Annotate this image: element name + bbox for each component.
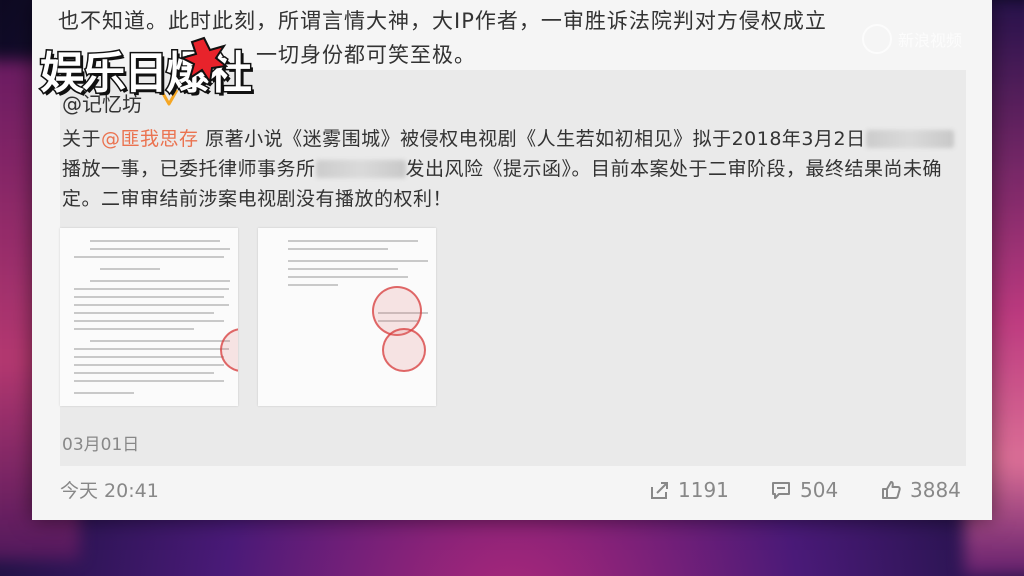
post-body-line-1: 也不知道。此时此刻，所谓言情大神，大IP作者，一审胜诉法院判对方侵权成立 xyxy=(58,9,827,33)
quoted-text-prefix: 关于 xyxy=(62,128,102,150)
redacted-text xyxy=(315,160,406,178)
quoted-text-part-2: 播放一事，已委托律师事务所 xyxy=(62,158,316,180)
quoted-date[interactable]: 03月01日 xyxy=(62,430,139,455)
quoted-post[interactable]: @记忆坊 关于@匪我思存 原著小说《迷雾围城》被侵权电视剧《人生若如初相见》拟于… xyxy=(60,70,966,466)
document-image-1[interactable] xyxy=(60,228,238,406)
comment-button[interactable]: 504 xyxy=(770,478,838,502)
document-image-2[interactable] xyxy=(258,228,436,406)
like-icon xyxy=(882,481,901,499)
share-button[interactable]: 1191 xyxy=(648,478,729,502)
like-count: 3884 xyxy=(910,478,961,502)
video-watermark: 新浪视频 xyxy=(862,24,962,54)
quoted-text-part-1: 原著小说《迷雾围城》被侵权电视剧《人生若如初相见》拟于2018年3月2日 xyxy=(198,128,866,150)
comment-icon xyxy=(772,482,790,499)
mention-link[interactable]: @匪我思存 xyxy=(101,128,199,150)
share-count: 1191 xyxy=(678,478,729,502)
channel-logo: 娱乐日爆社 xyxy=(39,34,254,104)
red-seal-stamp xyxy=(382,328,426,372)
share-icon xyxy=(651,482,668,499)
like-button[interactable]: 3884 xyxy=(880,478,961,502)
redacted-text xyxy=(865,130,954,148)
comment-count: 504 xyxy=(800,478,839,502)
post-timestamp[interactable]: 今天 20:41 xyxy=(60,476,159,503)
burst-icon xyxy=(180,36,228,84)
watermark-logo-icon xyxy=(862,24,892,54)
quoted-text: 关于@匪我思存 原著小说《迷雾围城》被侵权电视剧《人生若如初相见》拟于2018年… xyxy=(62,124,962,214)
watermark-text: 新浪视频 xyxy=(898,31,963,50)
